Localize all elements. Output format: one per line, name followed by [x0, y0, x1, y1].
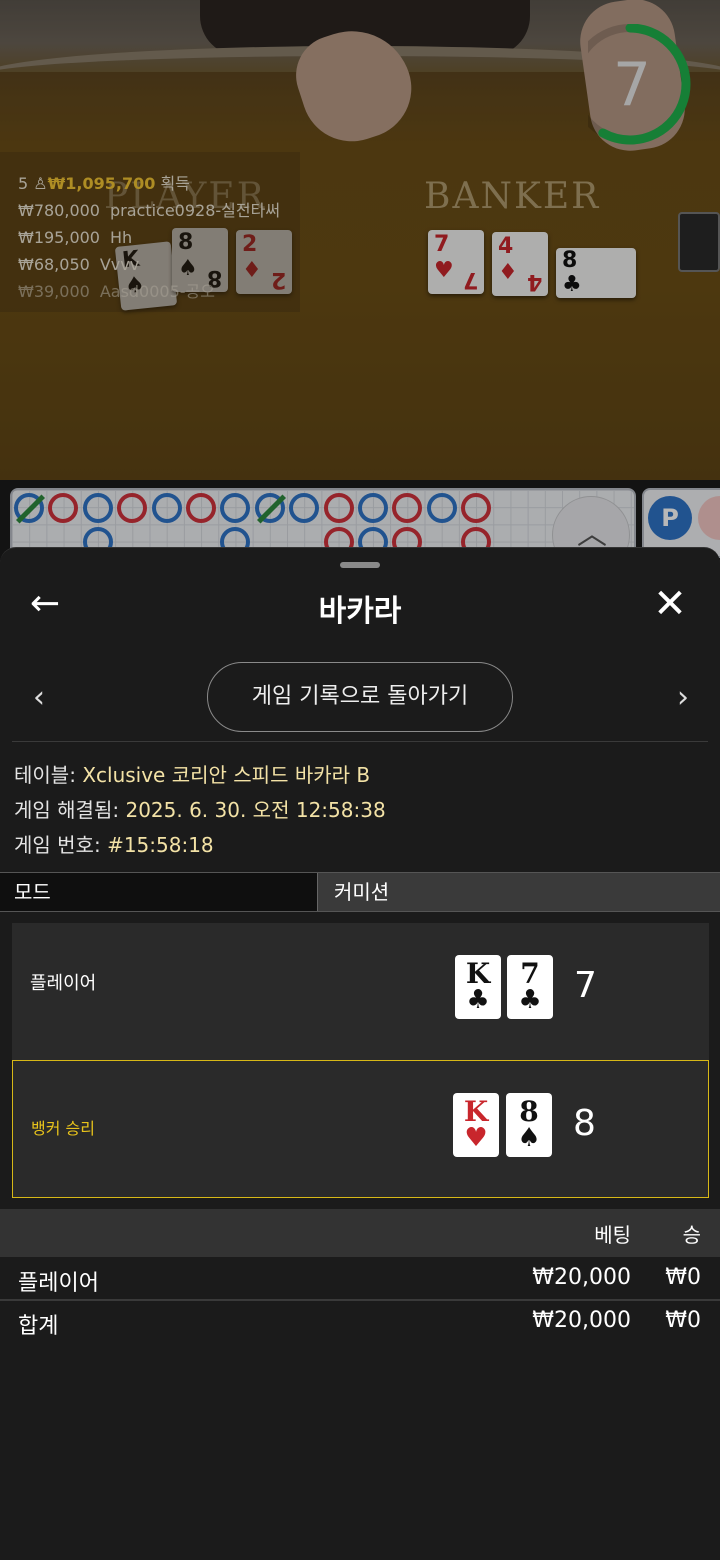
game-number-value: #15:58:18 [107, 833, 214, 857]
bet-column-header: 베팅 [594, 1223, 631, 1247]
chevron-left-icon: ‹ [33, 680, 45, 715]
overlay-dim [0, 0, 720, 560]
close-button[interactable]: ✕ [650, 584, 690, 624]
chevron-right-icon: › [677, 680, 689, 715]
divider [12, 741, 708, 742]
player-hand-total: 7 [574, 965, 597, 1006]
table-label: 테이블: [14, 763, 76, 787]
player-hand-row: 플레이어 K ♣ 7 ♣ 7 [12, 923, 709, 1061]
table-row: 플레이어 ₩20,000 ₩0 [0, 1258, 720, 1300]
sheet-title: 바카라 [318, 594, 402, 629]
club-icon: ♣ [518, 985, 542, 1015]
player-hand-label: 플레이어 [30, 973, 97, 994]
game-number-label: 게임 번호: [14, 833, 101, 857]
mode-bar: 모드 커미션 [0, 872, 720, 912]
banker-hand-total: 8 [573, 1103, 596, 1144]
win-amount: ₩0 [665, 1265, 701, 1290]
mode-label: 모드 [0, 873, 318, 911]
total-label: 합계 [18, 1314, 59, 1339]
table-info: 테이블: Xclusive 코리안 스피드 바카라 B [14, 759, 370, 788]
spade-icon: ♠ [517, 1123, 541, 1153]
total-win-amount: ₩0 [665, 1308, 701, 1333]
close-icon: ✕ [653, 581, 687, 627]
table-value: Xclusive 코리안 스피드 바카라 B [82, 763, 371, 787]
back-to-history-button[interactable]: 게임 기록으로 돌아가기 [207, 662, 513, 732]
game-details-sheet: ← 바카라 ✕ ‹ 게임 기록으로 돌아가기 › 테이블: Xclusive 코… [0, 547, 720, 1560]
banker-win-label: 뱅커 승리 [31, 1119, 95, 1138]
bet-amount: ₩20,000 [532, 1265, 631, 1290]
bet-label: 플레이어 [18, 1271, 99, 1296]
next-game-button[interactable]: › [668, 680, 698, 715]
game-number-info: 게임 번호: #15:58:18 [14, 829, 214, 858]
resolved-info: 게임 해결됨: 2025. 6. 30. 오전 12:58:38 [14, 794, 386, 823]
resolved-value: 2025. 6. 30. 오전 12:58:38 [125, 798, 386, 822]
total-bet-amount: ₩20,000 [532, 1308, 631, 1333]
mode-value: 커미션 [334, 880, 390, 904]
bets-table-header: 베팅 승 [0, 1209, 720, 1257]
previous-game-button[interactable]: ‹ [24, 680, 54, 715]
win-column-header: 승 [682, 1223, 701, 1247]
playing-card: 7 ♣ [507, 955, 553, 1019]
heart-icon: ♥ [464, 1123, 488, 1153]
playing-card: K ♥ [453, 1093, 499, 1157]
resolved-label: 게임 해결됨: [14, 798, 120, 822]
playing-card: K ♣ [455, 955, 501, 1019]
sheet-drag-handle[interactable] [340, 562, 380, 568]
playing-card: 8 ♠ [506, 1093, 552, 1157]
table-row: 합계 ₩20,000 ₩0 [0, 1301, 720, 1343]
banker-hand-row: 뱅커 승리 K ♥ 8 ♠ 8 [12, 1060, 709, 1198]
club-icon: ♣ [466, 985, 490, 1015]
